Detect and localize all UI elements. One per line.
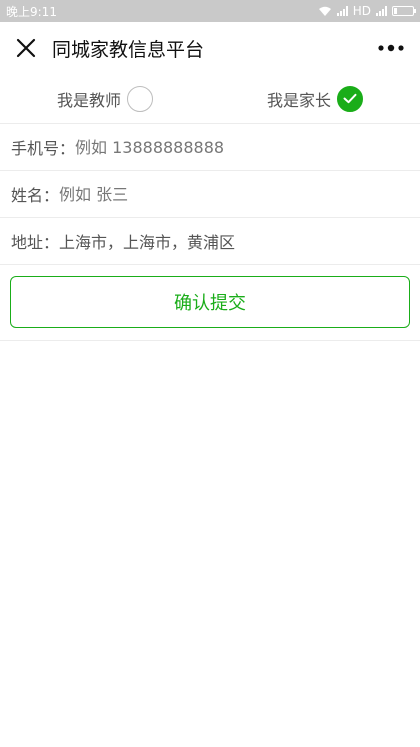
role-option-parent[interactable]: 我是家长 — [210, 85, 420, 112]
status-time: 晚上9:11 — [6, 4, 57, 19]
status-bar: 晚上9:11 HD — [0, 0, 420, 22]
phone-label: 手机号： — [11, 139, 76, 158]
signal-icon — [336, 6, 348, 16]
role-teacher-label: 我是教师 — [56, 90, 121, 110]
wifi-icon — [318, 6, 331, 16]
role-selector: 我是教师 我是家长 — [0, 74, 420, 124]
network-type: HD — [352, 4, 371, 18]
name-label: 姓名： — [11, 186, 60, 205]
name-input[interactable] — [59, 184, 409, 204]
close-icon — [16, 38, 36, 58]
more-button[interactable] — [374, 34, 408, 62]
address-label: 地址： — [11, 233, 60, 252]
role-parent-label: 我是家长 — [266, 90, 331, 110]
nav-bar: 同城家教信息平台 — [0, 22, 420, 74]
status-icons: HD — [318, 4, 416, 18]
more-dots-icon — [378, 44, 404, 52]
phone-field: 手机号： — [0, 124, 420, 171]
radio-unchecked-icon[interactable] — [127, 85, 153, 112]
address-field[interactable]: 地址： 上海市，上海市，黄浦区 — [0, 218, 420, 265]
role-option-teacher[interactable]: 我是教师 — [0, 85, 210, 112]
name-field: 姓名： — [0, 171, 420, 218]
phone-input[interactable] — [75, 137, 409, 157]
submit-section: 确认提交 — [0, 265, 420, 341]
checkmark-icon — [343, 93, 357, 104]
address-picker-value[interactable]: 上海市，上海市，黄浦区 — [59, 229, 235, 253]
signal-icon-2 — [376, 6, 387, 16]
page-title: 同城家教信息平台 — [52, 38, 205, 61]
submit-button[interactable]: 确认提交 — [10, 276, 410, 328]
close-button[interactable] — [12, 34, 40, 62]
battery-icon — [392, 6, 416, 16]
radio-checked-icon[interactable] — [337, 85, 363, 112]
